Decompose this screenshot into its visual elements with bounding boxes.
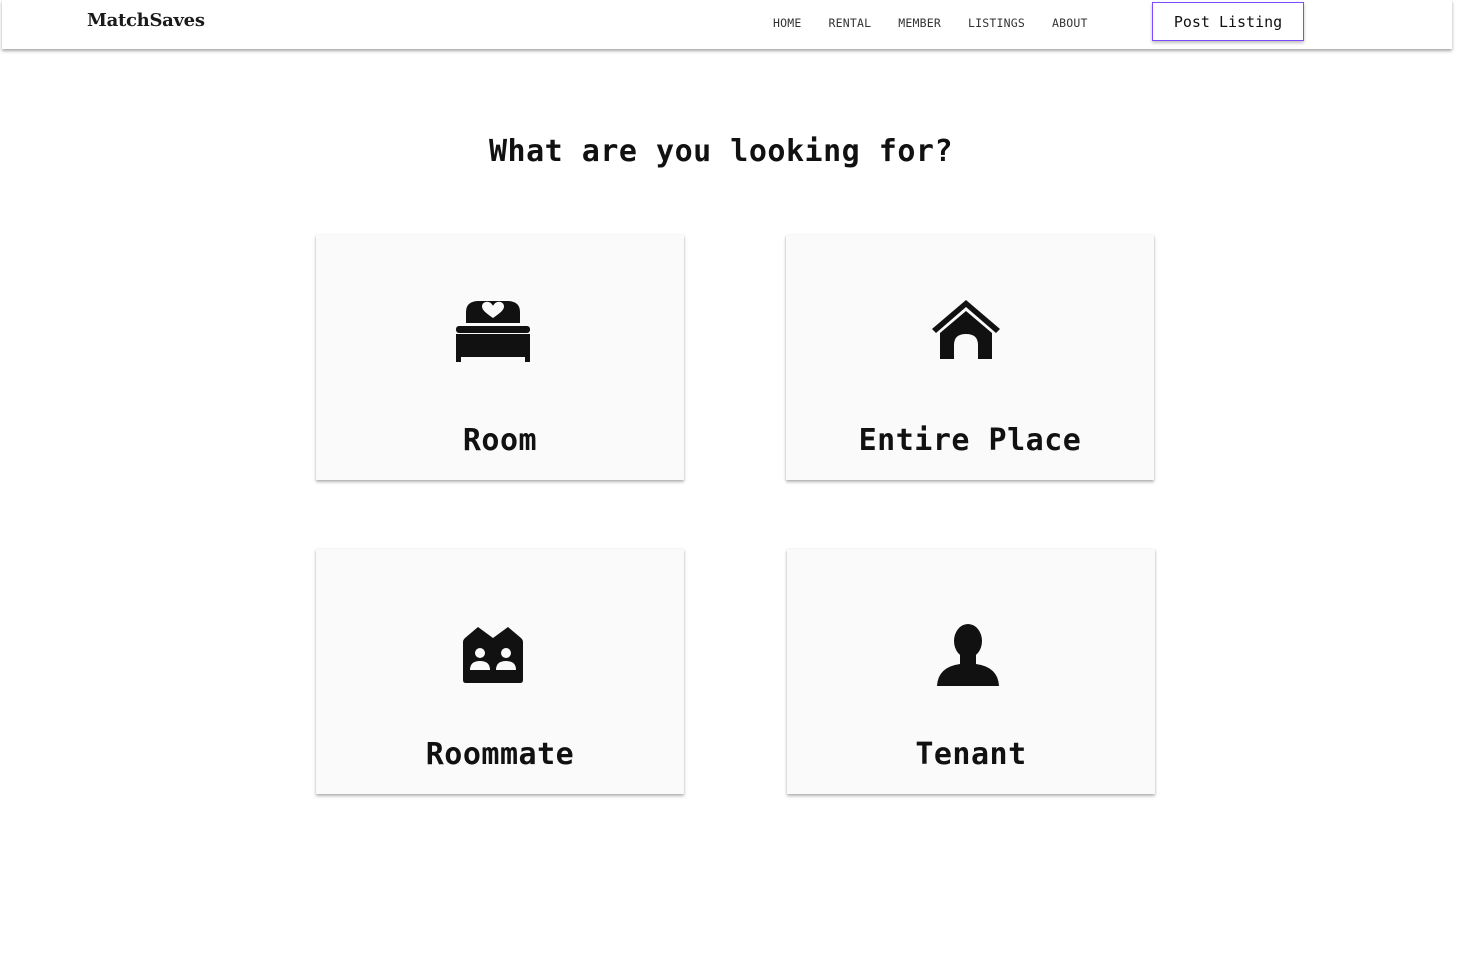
option-card-tenant[interactable]: Tenant: [787, 549, 1155, 794]
roommates-icon: [463, 627, 523, 683]
option-card-entire-place[interactable]: Entire Place: [786, 235, 1154, 480]
option-card-roommate[interactable]: Roommate: [316, 549, 684, 794]
option-label-tenant: Tenant: [915, 737, 1027, 772]
post-listing-button[interactable]: Post Listing: [1152, 2, 1304, 41]
option-card-room[interactable]: Room: [316, 235, 684, 480]
option-label-roommate: Roommate: [425, 737, 575, 772]
top-navbar: MatchSaves HOME RENTAL MEMBER LISTINGS A…: [2, 0, 1452, 49]
nav-link-listings[interactable]: LISTINGS: [968, 16, 1025, 30]
house-icon: [931, 300, 1000, 359]
nav-link-home[interactable]: HOME: [773, 16, 802, 30]
nav-links: HOME RENTAL MEMBER LISTINGS ABOUT: [773, 0, 1115, 45]
nav-link-member[interactable]: MEMBER: [898, 16, 941, 30]
person-icon: [936, 624, 999, 686]
nav-link-rental[interactable]: RENTAL: [829, 16, 872, 30]
page-title: What are you looking for?: [488, 134, 954, 169]
nav-link-about[interactable]: ABOUT: [1052, 16, 1088, 30]
option-label-entire-place: Entire Place: [858, 423, 1082, 458]
brand-logo[interactable]: MatchSaves: [87, 10, 205, 31]
bed-icon: [456, 301, 530, 362]
option-label-room: Room: [462, 423, 538, 458]
